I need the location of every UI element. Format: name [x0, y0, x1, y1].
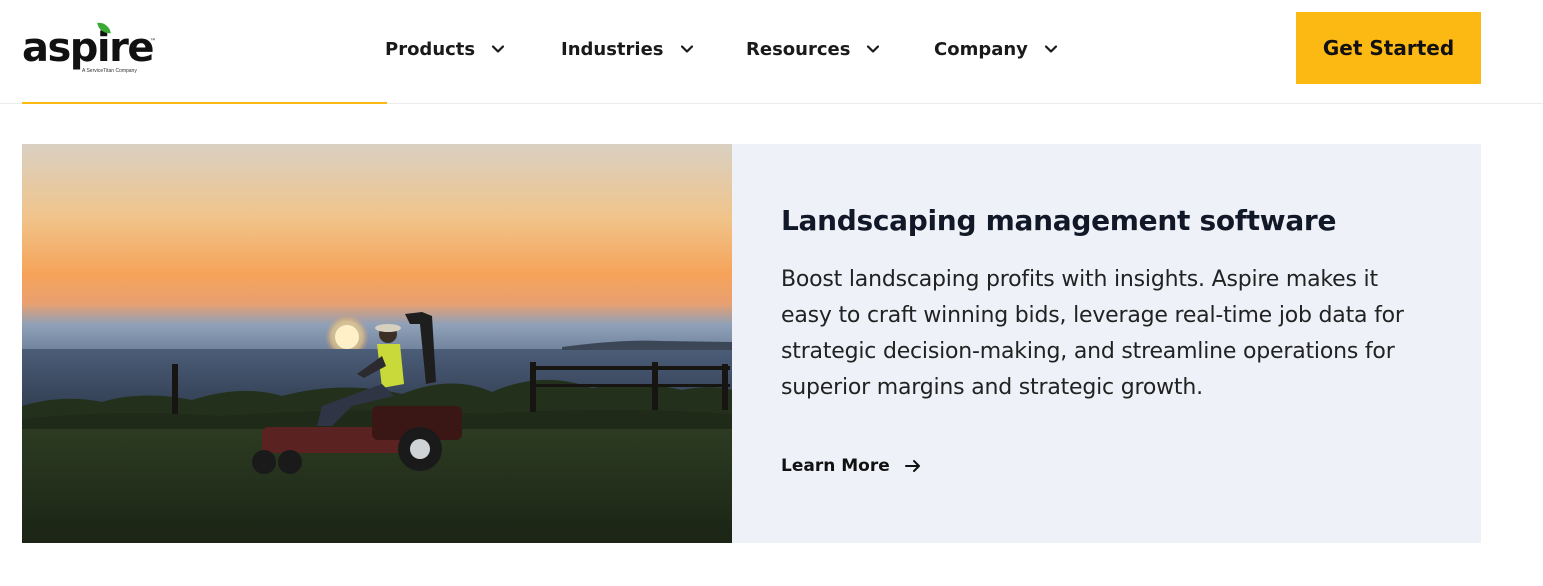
feature-description: Boost landscaping profits with insights.…: [781, 262, 1431, 406]
logo-wordmark: aspire: [22, 28, 153, 68]
feature-card: Landscaping management software Boost la…: [22, 144, 1481, 543]
nav-company[interactable]: Company: [934, 35, 1060, 63]
trademark-symbol: ™: [150, 38, 156, 45]
chevron-down-icon: [678, 40, 696, 58]
landscape-image: [22, 144, 732, 543]
nav-industries[interactable]: Industries: [561, 35, 696, 63]
nav-company-label: Company: [934, 39, 1028, 60]
nav-products-label: Products: [385, 39, 475, 60]
nav-industries-label: Industries: [561, 39, 664, 60]
learn-more-link[interactable]: Learn More: [781, 456, 922, 476]
chevron-down-icon: [1042, 40, 1060, 58]
get-started-button[interactable]: Get Started: [1296, 12, 1481, 84]
arrow-right-icon: [904, 457, 922, 475]
chevron-down-icon: [864, 40, 882, 58]
feature-text-panel: Landscaping management software Boost la…: [732, 144, 1481, 543]
nav-products[interactable]: Products: [385, 35, 507, 63]
learn-more-label: Learn More: [781, 456, 890, 476]
nav-resources-label: Resources: [746, 39, 850, 60]
active-tab-indicator: [22, 102, 387, 104]
nav-resources[interactable]: Resources: [746, 35, 882, 63]
feature-title: Landscaping management software: [781, 204, 1336, 237]
sunset-mower-photo: [22, 144, 732, 543]
logo-tagline: A ServiceTitan Company: [82, 68, 137, 74]
aspire-logo[interactable]: aspire ™ A ServiceTitan Company: [22, 20, 162, 80]
site-header: aspire ™ A ServiceTitan Company Products…: [0, 0, 1543, 104]
chevron-down-icon: [489, 40, 507, 58]
